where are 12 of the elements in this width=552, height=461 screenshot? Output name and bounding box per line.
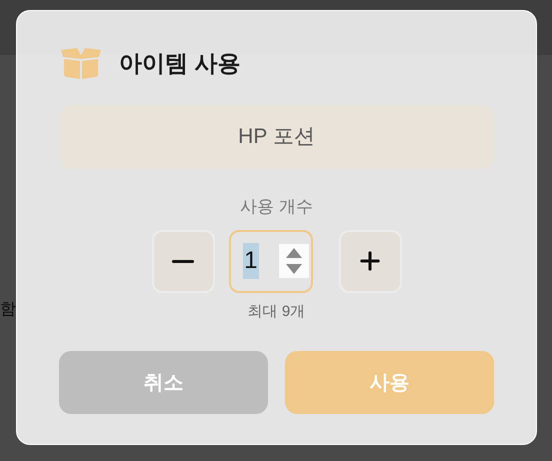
minus-icon [172,260,194,262]
item-name-card: HP 포션 [59,105,494,169]
increment-button[interactable] [338,230,402,292]
cancel-button[interactable]: 취소 [59,351,268,414]
dialog-title: 아이템 사용 [119,48,240,78]
side-text: 함 [0,300,16,320]
quantity-field[interactable]: 1 [228,230,312,292]
use-button[interactable]: 사용 [285,351,494,414]
spinner-icon [278,244,308,278]
box-icon [59,47,103,79]
max-note: 최대 9개 [248,302,306,322]
quantity-label: 사용 개수 [240,196,313,218]
